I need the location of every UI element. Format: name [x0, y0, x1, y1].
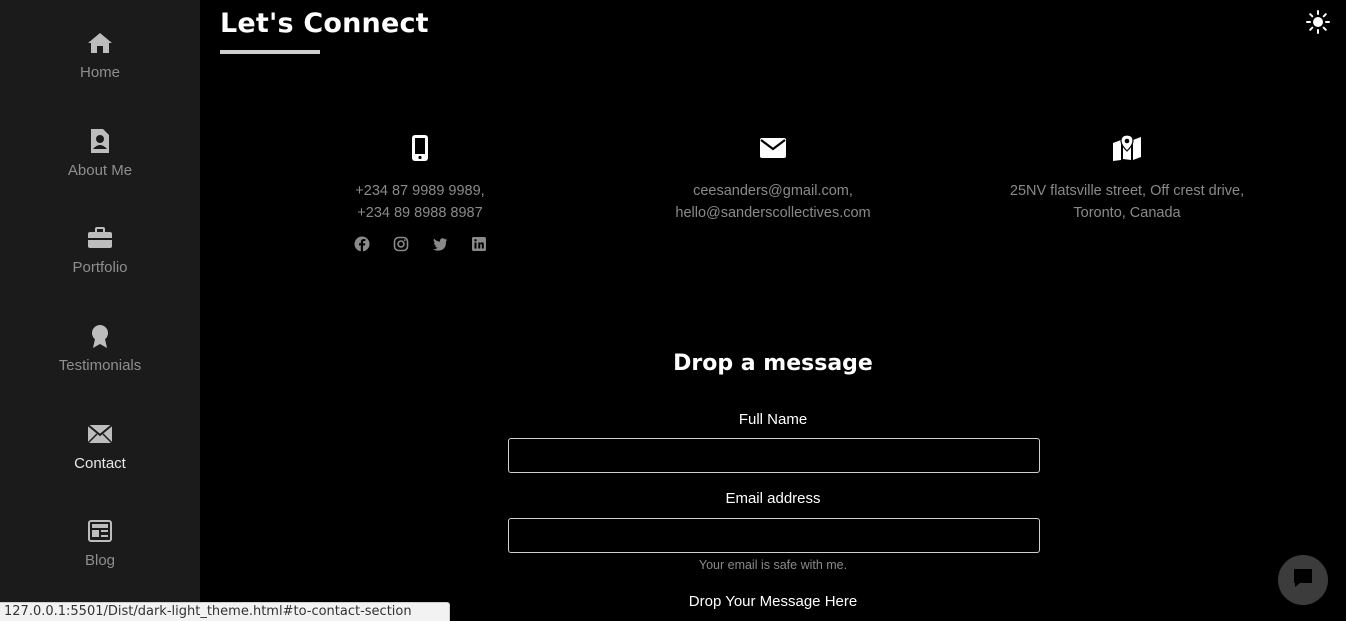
email-label: Email address: [725, 490, 821, 507]
sidebar-item-about-me[interactable]: About Me: [0, 128, 200, 208]
mobile-phone-icon: [240, 134, 600, 162]
email-helper-text: Your email is safe with me.: [698, 558, 848, 572]
sidebar-item-blog[interactable]: Blog: [0, 518, 200, 598]
sidebar-item-portfolio[interactable]: Portfolio: [0, 225, 200, 305]
id-card-icon: [87, 128, 113, 154]
sidebar-item-label: Home: [79, 64, 120, 81]
sidebar-item-label: Contact: [74, 455, 126, 472]
theme-toggle-button[interactable]: [1306, 10, 1330, 34]
sidebar-item-home[interactable]: Home: [0, 30, 200, 110]
sidebar-item-label: About Me: [67, 162, 133, 179]
sidebar-item-contact[interactable]: Contact: [0, 421, 200, 501]
sidebar-item-label: Blog: [84, 552, 116, 569]
browser-status-url: 127.0.0.1:5501/Dist/dark-light_theme.htm…: [0, 602, 450, 621]
contact-phone: +234 87 9989 9989, +234 89 8988 8987: [240, 134, 600, 252]
twitter-icon[interactable]: [432, 236, 448, 252]
sidebar-nav: Home About Me Portfolio Testimonials Con…: [0, 0, 200, 621]
award-icon: [87, 323, 113, 349]
email-address: hello@sanderscollectives.com: [675, 205, 871, 221]
sidebar-item-label: Testimonials: [58, 357, 142, 374]
instagram-icon[interactable]: [393, 236, 409, 252]
address-line: 25NV flatsville street, Off crest drive,: [1009, 183, 1245, 199]
home-icon: [87, 30, 113, 56]
email-address: ceesanders@gmail.com,: [693, 183, 853, 199]
phone-number: +234 89 8988 8987: [357, 205, 483, 221]
page-title: Let's Connect: [220, 8, 429, 39]
envelope-icon: [87, 421, 113, 447]
sidebar-item-testimonials[interactable]: Testimonials: [0, 323, 200, 403]
full-name-label: Full Name: [738, 411, 808, 428]
sidebar-item-label: Portfolio: [72, 259, 128, 276]
sun-icon: [1306, 10, 1330, 38]
title-underline: [220, 50, 320, 54]
social-links: [240, 236, 600, 252]
email-input[interactable]: [508, 518, 1040, 553]
newspaper-icon: [87, 518, 113, 544]
chat-icon: [1292, 567, 1314, 594]
contact-address: 25NV flatsville street, Off crest drive,…: [947, 134, 1307, 224]
contact-section: Let's Connect +234 87 9989 9989, +234 89…: [200, 0, 1346, 621]
form-title: Drop a message: [673, 351, 873, 376]
map-pin-icon: [947, 134, 1307, 162]
chat-button[interactable]: [1278, 555, 1328, 605]
full-name-input[interactable]: [508, 438, 1040, 473]
contact-email: ceesanders@gmail.com, hello@sanderscolle…: [593, 134, 953, 224]
linkedin-icon[interactable]: [471, 236, 487, 252]
address-line: Toronto, Canada: [1073, 205, 1181, 221]
facebook-icon[interactable]: [354, 236, 370, 252]
phone-number: +234 87 9989 9989,: [355, 183, 485, 199]
briefcase-icon: [87, 225, 113, 251]
envelope-icon: [593, 134, 953, 162]
